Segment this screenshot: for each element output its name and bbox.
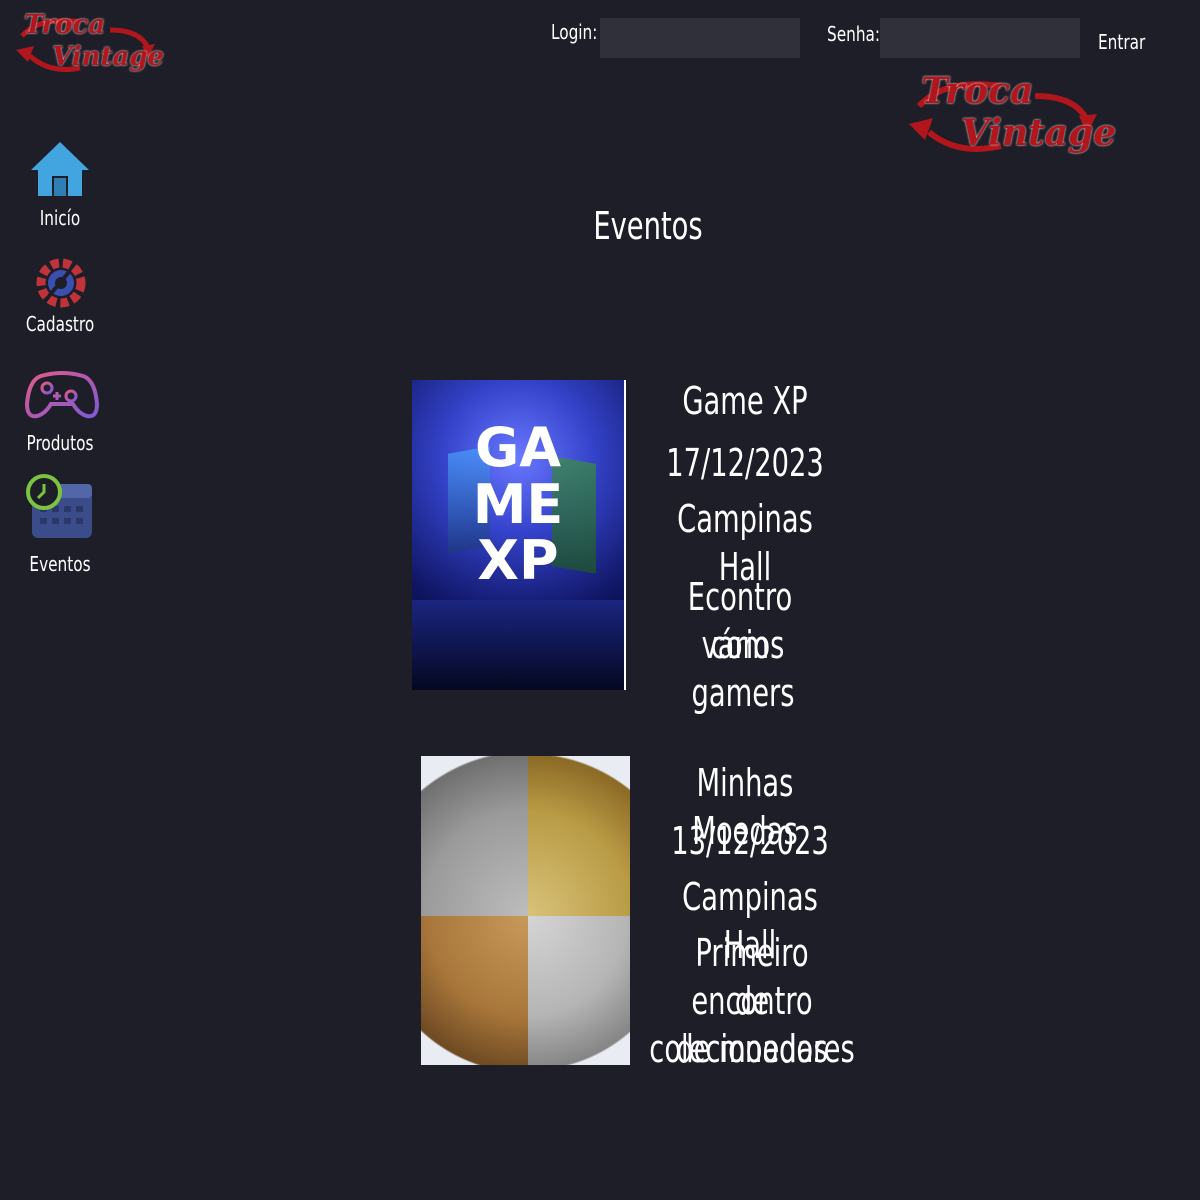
gamepad-icon: [24, 364, 100, 424]
event-date: 17/12/2023: [666, 441, 824, 485]
brand-logo-small[interactable]: Troca Vintage: [10, 8, 164, 88]
page-title: Eventos: [593, 204, 703, 248]
event-image-gamexp[interactable]: GAME XP: [412, 380, 626, 690]
password-label: Senha:: [827, 22, 881, 46]
event-name: Game XP: [682, 379, 808, 423]
sidebar-item-label: Cadastro: [25, 312, 95, 336]
sidebar-item-label: Inicío: [39, 206, 81, 230]
brand-line1: Troca: [24, 10, 106, 40]
event-image-moedas[interactable]: [421, 756, 630, 1065]
coin-quarter-1: [421, 756, 528, 916]
crowd: [412, 600, 624, 690]
login-input[interactable]: [600, 18, 800, 58]
event-date: 13/12/2023: [671, 819, 829, 863]
brand-large-line1: Troca: [921, 70, 1034, 112]
password-input[interactable]: [880, 18, 1080, 58]
home-icon: [25, 138, 95, 198]
gear-icon: [25, 252, 95, 312]
event-desc-line3: de moedas: [676, 1027, 828, 1071]
coin-quarter-2: [528, 756, 630, 916]
calendar-icon: [24, 474, 94, 538]
login-label: Login:: [551, 20, 598, 44]
coin-quarter-3: [421, 916, 528, 1065]
brand-line2: Vintage: [52, 42, 165, 72]
login-button[interactable]: Entrar: [1098, 30, 1145, 54]
event-desc-line2: vários gamers: [691, 623, 795, 715]
sidebar-item-label: Eventos: [29, 552, 91, 576]
brand-large-line2: Vintage: [961, 112, 1117, 154]
coin-quarter-4: [528, 916, 630, 1065]
sidebar-item-label: Produtos: [26, 431, 94, 455]
brand-logo-large: Troca Vintage: [905, 68, 1116, 172]
gamexp-logo-text: GAME XP: [472, 416, 564, 593]
